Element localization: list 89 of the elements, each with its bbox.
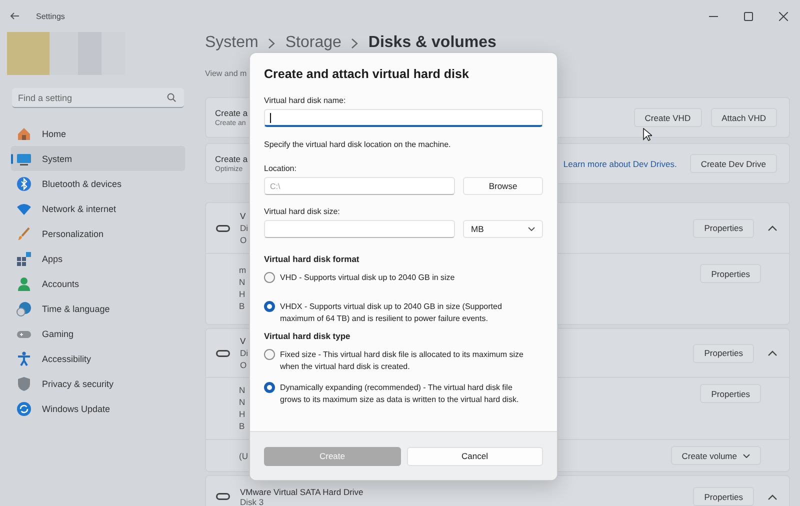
option-label: VHDX - Supports virtual disk up to 2040 GB in size (Supported maximum of 64 TB) and is resilient to power failure events.	[280, 301, 503, 325]
chevron-down-icon	[528, 227, 535, 231]
volume-info: m	[239, 264, 246, 276]
disk-info: Disk 3	[240, 496, 265, 506]
page-description: View and m	[205, 69, 247, 78]
breadcrumb-item: Disks & volumes	[368, 34, 496, 52]
bluetooth-icon	[16, 176, 32, 192]
search-field[interactable]: Find a setting	[12, 88, 184, 108]
field-label: Virtual hard disk size:	[264, 207, 341, 216]
globe-clock-icon	[16, 300, 32, 316]
breadcrumb-item[interactable]: System	[205, 34, 258, 52]
properties-button[interactable]: Properties	[700, 264, 761, 283]
properties-button[interactable]: Properties	[693, 487, 754, 506]
name-field[interactable]	[264, 109, 543, 127]
section-heading: Virtual hard disk type	[264, 331, 352, 341]
action-button[interactable]: Create VHD	[634, 108, 702, 127]
nav-item[interactable]: Home	[11, 121, 185, 146]
field-label: Location:	[264, 164, 298, 173]
learn-more-link[interactable]: Learn more about Dev Drives.	[563, 158, 677, 168]
volume-info: B	[239, 300, 246, 312]
close-icon	[779, 12, 788, 20]
person-icon	[16, 276, 32, 292]
section-heading: Virtual hard disk format	[264, 254, 360, 264]
properties-button[interactable]: Properties	[700, 384, 761, 403]
disk-info: O	[240, 359, 248, 371]
nav-item[interactable]: Personalization	[11, 221, 185, 246]
apps-icon	[16, 250, 32, 266]
caret-icon	[743, 454, 750, 458]
volume-info: N	[239, 276, 246, 288]
location-hint: Specify the virtual hard disk location on the machine.	[264, 140, 452, 149]
properties-button[interactable]: Properties	[693, 344, 754, 362]
card-title: Create a	[215, 154, 249, 164]
drive-icon	[216, 350, 230, 356]
radio-button[interactable]	[264, 382, 275, 393]
dialog-title: Create and attach virtual hard disk	[264, 67, 470, 81]
nav-item[interactable]: System	[11, 146, 185, 171]
nav-item[interactable]: Privacy & security	[11, 371, 185, 396]
window-title: Settings	[36, 12, 65, 20]
volume-info: N	[239, 396, 246, 408]
sync-icon	[16, 400, 32, 416]
chevron-right-icon	[351, 38, 358, 48]
drive-icon	[216, 493, 230, 500]
action-button[interactable]: Create Dev Drive	[690, 154, 777, 173]
radio-button[interactable]	[264, 301, 275, 312]
volume-info: N	[239, 384, 246, 396]
unit-dropdown[interactable]: MB	[463, 220, 543, 238]
nav-item[interactable]: Windows Update	[11, 396, 185, 421]
option-label: Dynamically expanding (recommended) - The virtual hard disk file grows to its maximum size as data is written to the virtual hard disk.	[280, 382, 520, 406]
shield-icon	[16, 376, 32, 392]
volume-info: B	[239, 420, 246, 432]
volume-info: (U	[239, 450, 248, 462]
volume-info: H	[239, 288, 246, 300]
breadcrumb-item[interactable]: Storage	[285, 34, 342, 52]
nav-item[interactable]: Accounts	[11, 271, 185, 296]
size-field[interactable]	[264, 220, 455, 238]
properties-button[interactable]: Properties	[693, 218, 754, 238]
nav-item[interactable]: Apps	[11, 246, 185, 271]
accessibility-icon	[16, 350, 32, 366]
radio-button[interactable]	[264, 349, 275, 360]
disk-info: V	[240, 210, 247, 222]
nav-item[interactable]: Accessibility	[11, 346, 185, 371]
create-volume-button[interactable]: Create volume	[670, 446, 761, 465]
browse-button[interactable]: Browse	[463, 177, 543, 195]
disk-info: O	[240, 234, 248, 246]
location-field[interactable]: C:\	[264, 177, 455, 195]
card-title: Create a	[215, 108, 249, 118]
volume-info: H	[239, 408, 246, 420]
nav-item[interactable]: Bluetooth & devices	[11, 171, 185, 196]
field-label: Virtual hard disk name:	[264, 96, 347, 105]
search-icon	[167, 93, 176, 102]
back-arrow-icon	[10, 12, 20, 20]
drive-icon	[216, 224, 230, 232]
nav-item[interactable]: Network & internet	[11, 196, 185, 221]
action-button[interactable]: Attach VHD	[710, 108, 777, 127]
dialog-button[interactable]: Cancel	[406, 446, 543, 466]
maximize-icon	[744, 12, 753, 20]
mouse-pointer-icon	[643, 128, 652, 141]
disk-info: VMware Virtual SATA Hard Drive	[240, 486, 364, 496]
nav-item[interactable]: Time & language	[11, 296, 185, 321]
nav-item[interactable]: Gaming	[11, 321, 185, 346]
home-icon	[16, 126, 32, 142]
option-label: Fixed size - This virtual hard disk file is allocated to its maximum size when the virtual hard disk is created.	[280, 349, 524, 373]
radio-button[interactable]	[264, 272, 275, 283]
brush-icon	[16, 226, 32, 242]
disk-info: Di	[240, 222, 248, 234]
disk-info: V	[240, 335, 247, 347]
option-label: VHD - Supports virtual disk up to 2040 GB in size	[280, 272, 455, 284]
chevron-right-icon	[268, 38, 276, 48]
disk-info: Di	[240, 347, 248, 359]
